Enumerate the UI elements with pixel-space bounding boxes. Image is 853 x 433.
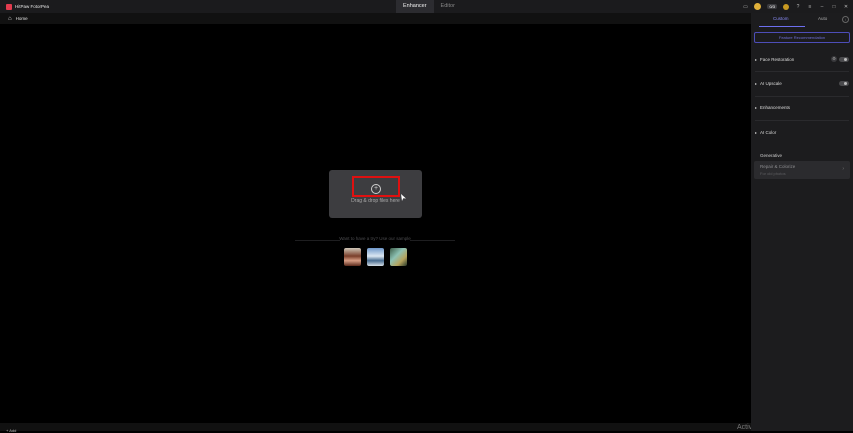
home-icon[interactable]: ⌂: [8, 16, 12, 22]
credits-badge[interactable]: 0/3: [767, 4, 777, 9]
repair-title: Repair & Colorize: [760, 164, 796, 169]
chevron-right-icon: ▸: [755, 105, 758, 110]
tab-enhancer[interactable]: Enhancer: [396, 0, 434, 13]
chevron-right-icon: ▸: [755, 57, 758, 62]
tab-auto[interactable]: Auto: [818, 16, 827, 21]
settings-icon[interactable]: ⚙: [831, 56, 837, 62]
tab-underline: [759, 26, 805, 27]
maximize-icon[interactable]: □: [831, 4, 837, 10]
sample-thumbnail-city[interactable]: [367, 248, 384, 266]
menu-icon[interactable]: ≡: [807, 4, 813, 10]
breadcrumb: ⌂ Home: [0, 13, 751, 24]
drop-label: Drag & drop files here: [351, 198, 400, 204]
ai-upscale-toggle[interactable]: [839, 81, 849, 86]
tab-custom[interactable]: Custom: [773, 16, 789, 21]
chevron-right-icon: ›: [842, 166, 844, 172]
main-tabs: Enhancer Editor: [396, 0, 462, 13]
help-icon[interactable]: ?: [795, 4, 801, 10]
section-label: AI Upscale: [760, 81, 782, 86]
bottom-bar: + Add: [0, 423, 751, 433]
coin-icon[interactable]: [783, 3, 789, 10]
section-ai-color[interactable]: ▸ AI Color: [755, 129, 849, 137]
panel-tabs: Custom Auto i: [751, 13, 853, 27]
divider: [755, 96, 849, 97]
feature-recommendation-button[interactable]: Feature Recommendation: [754, 32, 850, 43]
info-icon[interactable]: i: [842, 16, 849, 23]
message-icon[interactable]: ▭: [742, 4, 748, 10]
section-face-restoration[interactable]: ▸ Face Restoration ⚙: [755, 56, 849, 64]
close-icon[interactable]: ✕: [843, 4, 849, 10]
sample-thumbnail-landscape[interactable]: [390, 248, 407, 266]
face-restoration-toggle[interactable]: [839, 57, 849, 62]
drop-zone[interactable]: + Drag & drop files here: [329, 170, 422, 218]
generative-title: Generative: [760, 153, 783, 158]
section-label: Face Restoration: [760, 57, 795, 62]
settings-panel: Custom Auto i Feature Recommendation ▸ F…: [751, 13, 853, 431]
section-label: Enhancements: [760, 105, 791, 110]
divider-right: [410, 240, 455, 241]
avatar[interactable]: [754, 3, 762, 10]
app-title: HitPaw FotorPea: [15, 4, 50, 9]
window-tools: ▭ 0/3 ? ≡ – □ ✕: [742, 0, 849, 13]
workspace-canvas: + Drag & drop files here Want to have a …: [0, 24, 751, 423]
app-logo-icon: [6, 3, 12, 10]
highlight-box: [352, 176, 400, 197]
section-label: AI Color: [760, 130, 777, 135]
chevron-right-icon: ▸: [755, 81, 758, 86]
repair-colorize-card[interactable]: Repair & Colorize For old photos ›: [754, 161, 850, 179]
divider: [755, 120, 849, 121]
sample-thumbnail-portrait[interactable]: [344, 248, 361, 266]
chevron-right-icon: ▸: [755, 130, 758, 135]
home-link[interactable]: Home: [16, 16, 28, 21]
minimize-icon[interactable]: –: [819, 4, 825, 10]
section-ai-upscale[interactable]: ▸ AI Upscale: [755, 80, 849, 88]
tab-editor[interactable]: Editor: [434, 0, 462, 13]
repair-subtitle: For old photos: [760, 171, 786, 176]
section-enhancements[interactable]: ▸ Enhancements: [755, 104, 849, 112]
divider: [755, 71, 849, 72]
